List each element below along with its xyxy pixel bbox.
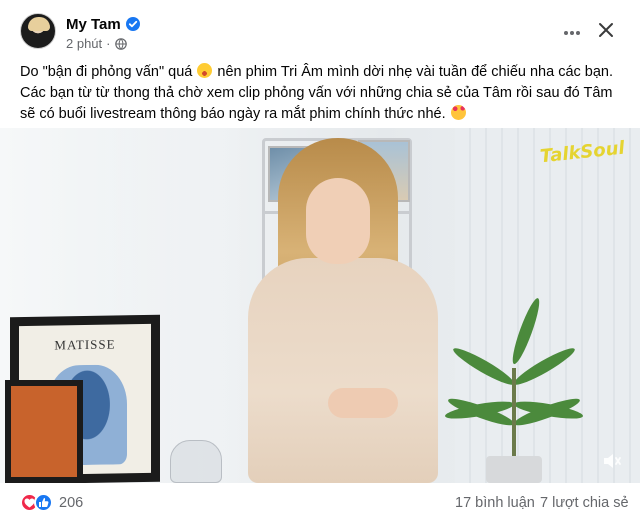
plant-pot <box>486 456 542 483</box>
post-header: My Tam 2 phút · <box>0 0 640 58</box>
post-footer: 206 17 bình luận 7 lượt chia sẻ <box>0 483 640 524</box>
glass-teapot <box>170 440 222 483</box>
post-photo[interactable]: MATISSE TalkSoul <box>0 128 640 483</box>
avatar[interactable] <box>20 13 56 49</box>
post-timestamp[interactable]: 2 phút <box>66 36 102 51</box>
reaction-count: 206 <box>59 494 84 511</box>
close-icon <box>598 22 614 43</box>
close-button[interactable] <box>592 18 620 46</box>
like-reaction-icon <box>34 493 53 512</box>
verified-badge-icon <box>125 17 140 31</box>
smiling-face-with-hearts-icon <box>450 105 466 120</box>
shares-count-link[interactable]: 7 lượt chia sẻ <box>540 495 629 511</box>
caption-text-part-1: Do "bận đi phỏng vấn" quá <box>20 64 193 80</box>
poster-title: MATISSE <box>54 336 116 353</box>
post-meta: 2 phút · <box>66 36 127 51</box>
author-row: My Tam <box>66 14 140 34</box>
more-options-button[interactable] <box>557 20 587 44</box>
person-figure <box>218 138 468 483</box>
wall-panel <box>455 128 640 483</box>
facebook-post: My Tam 2 phút · Do "bận đi phỏng vấn" qu… <box>0 0 640 524</box>
meta-separator: · <box>106 36 111 51</box>
post-caption: Do "bận đi phỏng vấn" quá nên phim Tri Â… <box>20 62 624 125</box>
comments-count-link[interactable]: 17 bình luận <box>455 495 535 511</box>
caption-text: Do "bận đi phỏng vấn" quá nên phim Tri Â… <box>20 62 624 125</box>
more-horizontal-icon <box>563 23 581 41</box>
grinning-face-icon <box>197 63 213 78</box>
author-name[interactable]: My Tam <box>66 16 121 33</box>
small-frame <box>5 380 83 483</box>
globe-icon[interactable] <box>114 37 127 50</box>
reactions-summary[interactable]: 206 <box>20 493 83 512</box>
speaker-icon[interactable] <box>601 450 623 472</box>
